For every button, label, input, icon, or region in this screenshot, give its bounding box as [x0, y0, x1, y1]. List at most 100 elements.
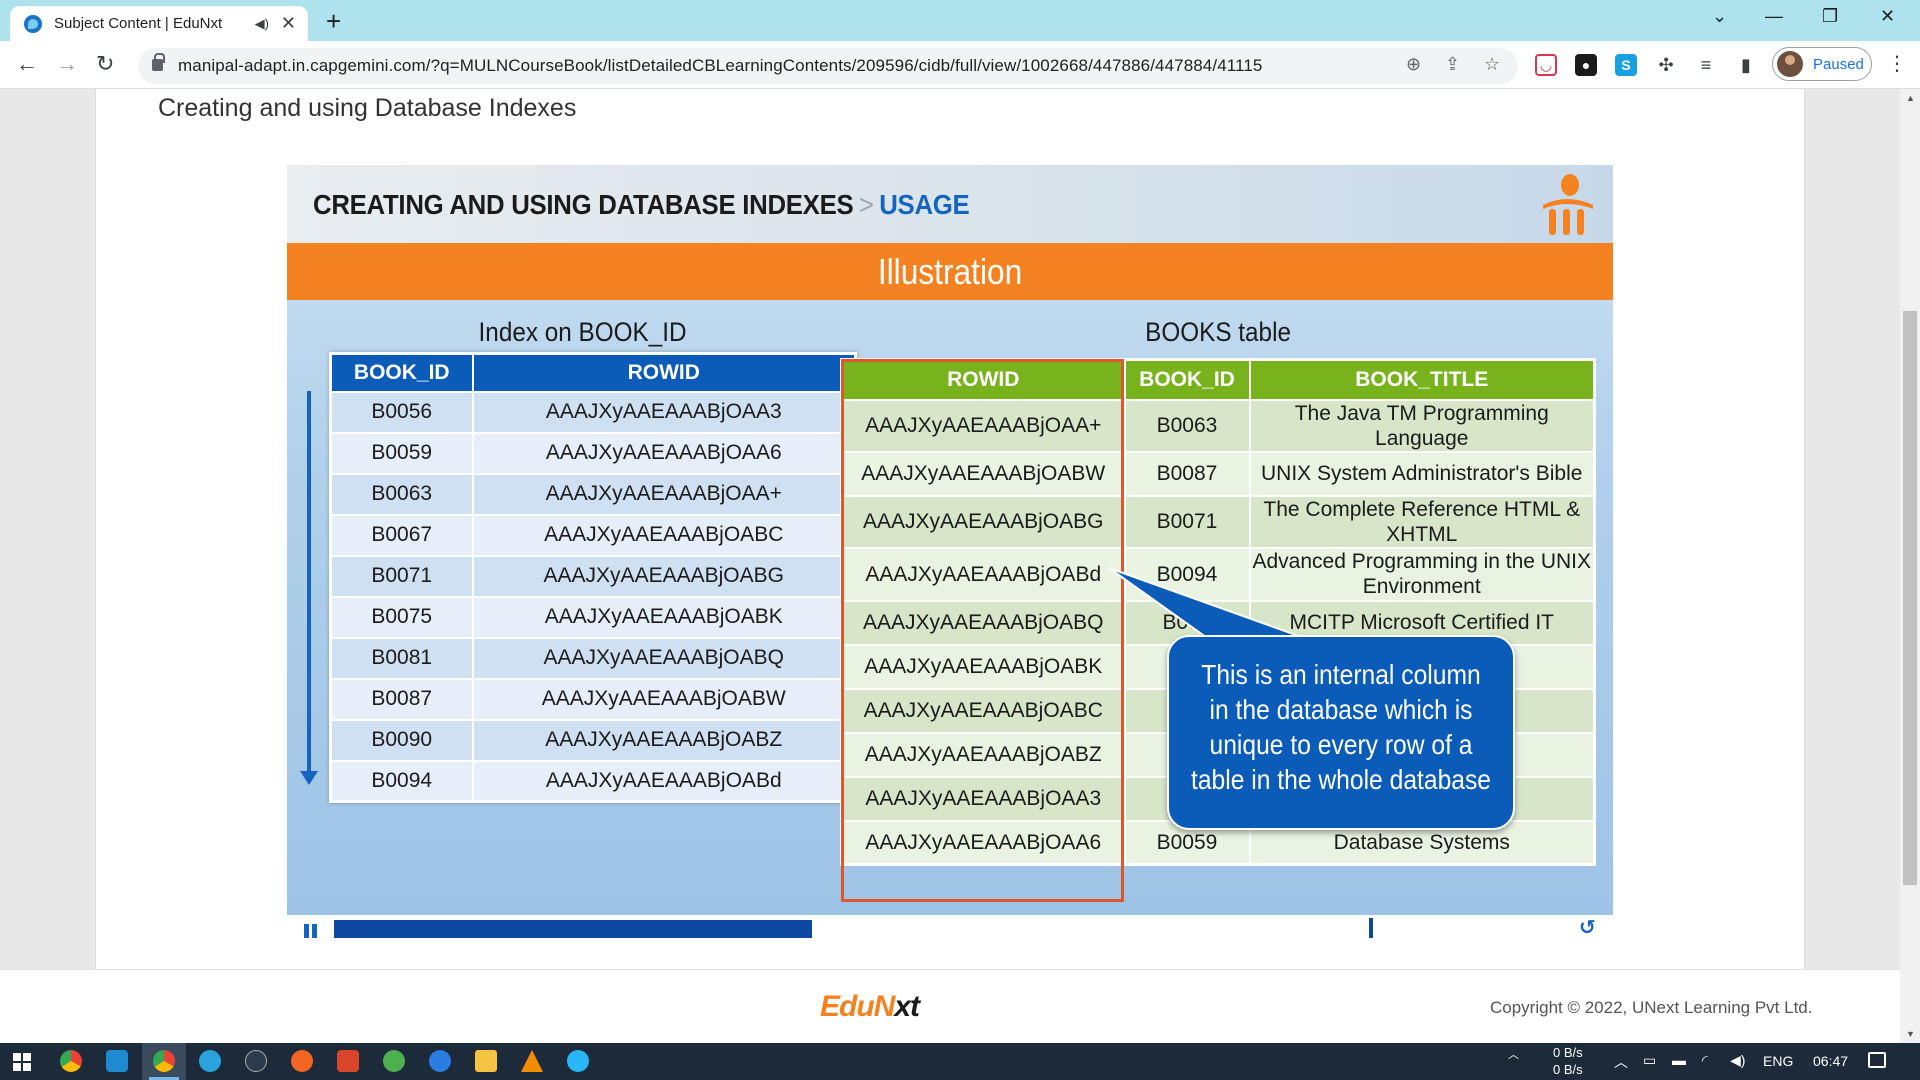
index-cell-book-id: B0081: [330, 637, 474, 680]
new-tab-button[interactable]: +: [326, 6, 341, 37]
scroll-up-icon[interactable]: ▲: [1906, 93, 1915, 103]
index-cell-rowid: AAAJXyAAEAAABjOABZ: [472, 719, 857, 762]
show-hidden-icons-icon[interactable]: ︿: [1614, 1052, 1628, 1072]
books-cell-rowid: AAAJXyAAEAAABjOAA3: [841, 776, 1126, 822]
address-bar[interactable]: manipal-adapt.in.capgemini.com/?q=MULNCo…: [138, 48, 1518, 84]
books-cell-rowid: AAAJXyAAEAAABjOABG: [841, 495, 1126, 550]
battery-icon[interactable]: ▬: [1672, 1052, 1686, 1068]
close-tab-icon[interactable]: ✕: [281, 13, 296, 34]
sort-order-arrow: [307, 391, 311, 776]
index-table-row: B0063 AAAJXyAAEAAABjOAA+: [330, 473, 857, 516]
side-panel-icon[interactable]: ▮: [1735, 54, 1757, 76]
telegram-icon[interactable]: [199, 1050, 221, 1072]
slide-title-sub: USAGE: [879, 189, 970, 220]
index-table-row: B0094 AAAJXyAAEAAABjOABd: [330, 760, 857, 803]
index-table-row: B0071 AAAJXyAAEAAABjOABG: [330, 555, 857, 598]
media-control-icon[interactable]: ≡: [1695, 54, 1717, 76]
books-table-row: AAAJXyAAEAAABjOABW B0087 UNIX System Admin…: [841, 451, 1596, 497]
vpn-icon[interactable]: [383, 1050, 405, 1072]
books-cell-title: The Complete Reference HTML & XHTML: [1249, 495, 1596, 550]
device-icon[interactable]: ▭: [1643, 1052, 1656, 1069]
index-cell-book-id: B0063: [330, 473, 474, 516]
banner-text: Illustration: [877, 250, 1023, 292]
net-upload: 0 B/s: [1553, 1045, 1583, 1060]
books-cell-rowid: AAAJXyAAEAAABjOABQ: [841, 600, 1126, 646]
minimize-icon[interactable]: —: [1765, 6, 1783, 27]
s-extension-icon[interactable]: S: [1615, 54, 1637, 76]
profile-button[interactable]: Paused: [1772, 47, 1872, 81]
books-table-row: AAAJXyAAEAAABjOABG B0071 The Complete Refe…: [841, 495, 1596, 550]
cat-extension-icon[interactable]: ●: [1575, 54, 1597, 76]
electron-app-icon[interactable]: [567, 1050, 589, 1072]
lock-icon[interactable]: [152, 53, 165, 71]
progress-bar[interactable]: [334, 920, 1374, 938]
pen-app-icon[interactable]: [245, 1050, 267, 1072]
edge-icon[interactable]: [429, 1050, 451, 1072]
progress-end-marker[interactable]: [1369, 918, 1373, 938]
speaker-icon[interactable]: ◀): [255, 16, 269, 32]
close-window-icon[interactable]: ✕: [1880, 6, 1895, 27]
extensions-puzzle-icon[interactable]: ✣: [1655, 54, 1677, 76]
pause-button[interactable]: [303, 924, 319, 940]
reload-icon[interactable]: ↻: [96, 51, 114, 77]
index-cell-rowid: AAAJXyAAEAAABjOAA+: [472, 473, 857, 516]
arrow-down-icon: [300, 771, 318, 785]
url-text[interactable]: manipal-adapt.in.capgemini.com/?q=MULNCo…: [178, 56, 1262, 76]
vscode-icon[interactable]: [106, 1050, 128, 1072]
footer: EduNxt Copyright © 2022, UNext Learning …: [0, 969, 1900, 1043]
edunxt-favicon-icon: [24, 14, 42, 33]
illustration-banner: Illustration: [287, 243, 1613, 300]
share-icon[interactable]: ⇪: [1445, 54, 1460, 75]
restore-icon[interactable]: ❐: [1822, 6, 1838, 27]
rowid-callout: This is an internal column in the databa…: [1167, 635, 1515, 830]
vlc-icon[interactable]: [521, 1050, 543, 1072]
chrome-profile-icon[interactable]: [153, 1050, 175, 1072]
index-cell-rowid: AAAJXyAAEAAABjOABQ: [472, 637, 857, 680]
books-header-book-id: BOOK_ID: [1123, 358, 1251, 401]
index-heading: Index on BOOK_ID: [478, 317, 687, 347]
books-header-book-title: BOOK_TITLE: [1248, 358, 1596, 401]
browser-menu-icon[interactable]: ⋮: [1887, 51, 1907, 76]
language-indicator[interactable]: ENG: [1763, 1053, 1793, 1069]
postman-icon[interactable]: [291, 1050, 313, 1072]
bookmark-star-icon[interactable]: ☆: [1484, 54, 1500, 75]
windows-taskbar: ︿ 0 B/s 0 B/s ︿ ▭ ▬ ◜ ◀) ENG 06:47: [0, 1043, 1920, 1080]
index-table-row: B0081 AAAJXyAAEAAABjOABQ: [330, 637, 857, 680]
index-cell-book-id: B0075: [330, 596, 474, 639]
windows-start-icon[interactable]: [13, 1053, 31, 1071]
page-content: Creating and using Database Indexes CREA…: [0, 89, 1920, 1043]
index-cell-rowid: AAAJXyAAEAAABjOAA6: [472, 432, 857, 475]
page-scrollbar[interactable]: ▲ ▼: [1900, 89, 1920, 1043]
clock[interactable]: 06:47: [1813, 1053, 1848, 1069]
zoom-icon[interactable]: ⊕: [1406, 54, 1421, 75]
file-explorer-icon[interactable]: [475, 1050, 497, 1072]
books-cell-rowid: AAAJXyAAEAAABjOABC: [841, 688, 1126, 734]
books-table-row: AAAJXyAAEAAABjOABd B0094 Advanced Programm…: [841, 548, 1596, 602]
volume-icon[interactable]: ◀): [1730, 1052, 1745, 1069]
scroll-down-icon[interactable]: ▼: [1906, 1029, 1915, 1039]
browser-tab[interactable]: Subject Content | EduNxt ◀) ✕: [10, 6, 308, 41]
books-header-rowid: ROWID: [840, 358, 1126, 401]
pocket-extension-icon[interactable]: ◡: [1535, 54, 1557, 76]
back-arrow-icon[interactable]: ←: [16, 51, 38, 77]
forward-arrow-icon[interactable]: →: [56, 51, 78, 77]
books-cell-rowid: AAAJXyAAEAAABjOABW: [841, 451, 1126, 497]
scroll-thumb[interactable]: [1903, 311, 1917, 885]
wifi-icon[interactable]: ◜: [1702, 1052, 1707, 1069]
chrome-icon[interactable]: [60, 1050, 82, 1072]
tray-chevron-icon[interactable]: ︿: [1508, 1046, 1519, 1062]
books-cell-book-id: B0063: [1124, 399, 1251, 453]
books-cell-book-id: B0094: [1124, 548, 1251, 602]
index-table-row: B0056 AAAJXyAAEAAABjOAA3: [330, 391, 857, 434]
tab-search-chevron-icon[interactable]: ⌄: [1712, 6, 1727, 27]
index-table-row: B0087 AAAJXyAAEAAABjOABW: [330, 678, 857, 721]
index-cell-book-id: B0087: [330, 678, 474, 721]
notification-icon[interactable]: [1868, 1052, 1886, 1068]
browser-toolbar: ← → ↻ manipal-adapt.in.capgemini.com/?q=…: [0, 41, 1920, 89]
callout-text: This is an internal column in the databa…: [1190, 659, 1491, 795]
p-app-icon[interactable]: [337, 1050, 359, 1072]
replay-icon[interactable]: ↺: [1579, 915, 1596, 940]
slide: CREATING AND USING DATABASE INDEXES > USAG…: [287, 165, 1613, 915]
index-cell-book-id: B0090: [330, 719, 474, 762]
books-cell-rowid: AAAJXyAAEAAABjOABd: [841, 548, 1126, 602]
